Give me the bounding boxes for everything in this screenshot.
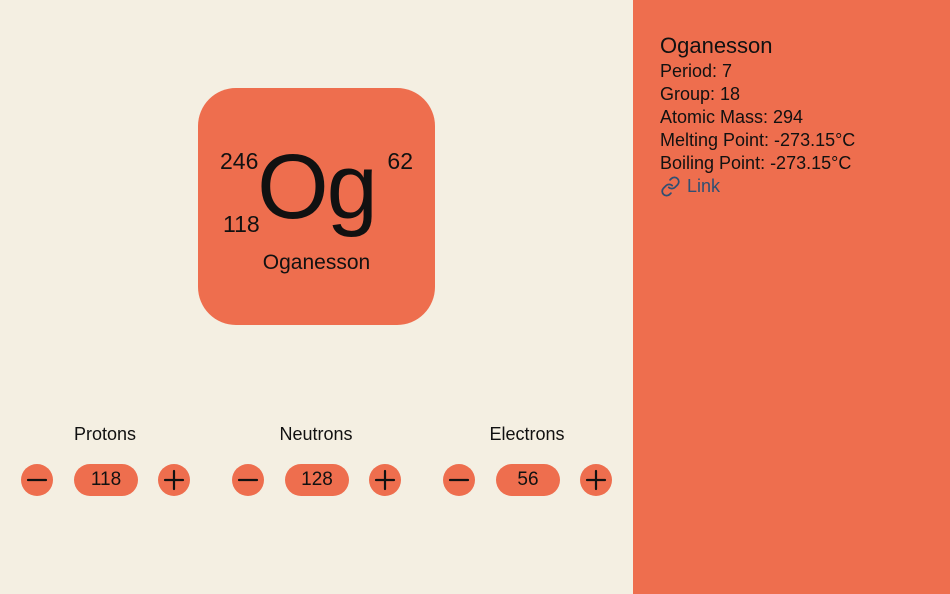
plus-icon — [163, 469, 185, 491]
neutrons-increment-button[interactable] — [369, 464, 401, 496]
info-boiling-point: Boiling Point: -273.15°C — [660, 153, 852, 173]
neutrons-label: Neutrons — [279, 424, 353, 444]
main-pane: 246 62 118 Og Oganesson Protons 118 Neut… — [0, 0, 633, 594]
electrons-value: 56 — [496, 464, 560, 496]
element-info: Oganesson Period: 7 Group: 18 Atomic Mas… — [660, 32, 855, 198]
info-element-name: Oganesson — [660, 33, 773, 58]
minus-icon — [237, 478, 259, 482]
info-atomic-mass: Atomic Mass: 294 — [660, 107, 804, 127]
protons-value: 118 — [74, 464, 138, 496]
element-tile: 246 62 118 Og Oganesson — [198, 88, 435, 325]
electrons-label: Electrons — [489, 424, 565, 444]
plus-icon — [585, 469, 607, 491]
element-symbol: Og — [257, 136, 378, 238]
neutrons-value: 128 — [285, 464, 349, 496]
electrons-decrement-button[interactable] — [443, 464, 475, 496]
minus-icon — [26, 478, 48, 482]
info-link-label: Link — [687, 176, 721, 196]
app-window: 246 62 118 Og Oganesson Protons 118 Neut… — [0, 0, 950, 594]
protons-counter: Protons 118 — [10, 420, 200, 500]
neutrons-decrement-button[interactable] — [232, 464, 264, 496]
protons-decrement-button[interactable] — [21, 464, 53, 496]
neutrons-counter: Neutrons 128 — [221, 420, 411, 500]
plus-icon — [374, 469, 396, 491]
info-link[interactable]: Link — [660, 175, 855, 198]
electrons-counter: Electrons 56 — [432, 420, 622, 500]
element-name: Oganesson — [262, 251, 371, 274]
info-group: Group: 18 — [660, 84, 741, 104]
protons-label: Protons — [73, 424, 137, 444]
info-period: Period: 7 — [660, 61, 733, 81]
minus-icon — [448, 478, 470, 482]
element-info-panel: Oganesson Period: 7 Group: 18 Atomic Mas… — [633, 0, 950, 594]
info-melting-point: Melting Point: -273.15°C — [660, 130, 856, 150]
link-icon — [661, 176, 680, 197]
protons-increment-button[interactable] — [158, 464, 190, 496]
electrons-increment-button[interactable] — [580, 464, 612, 496]
